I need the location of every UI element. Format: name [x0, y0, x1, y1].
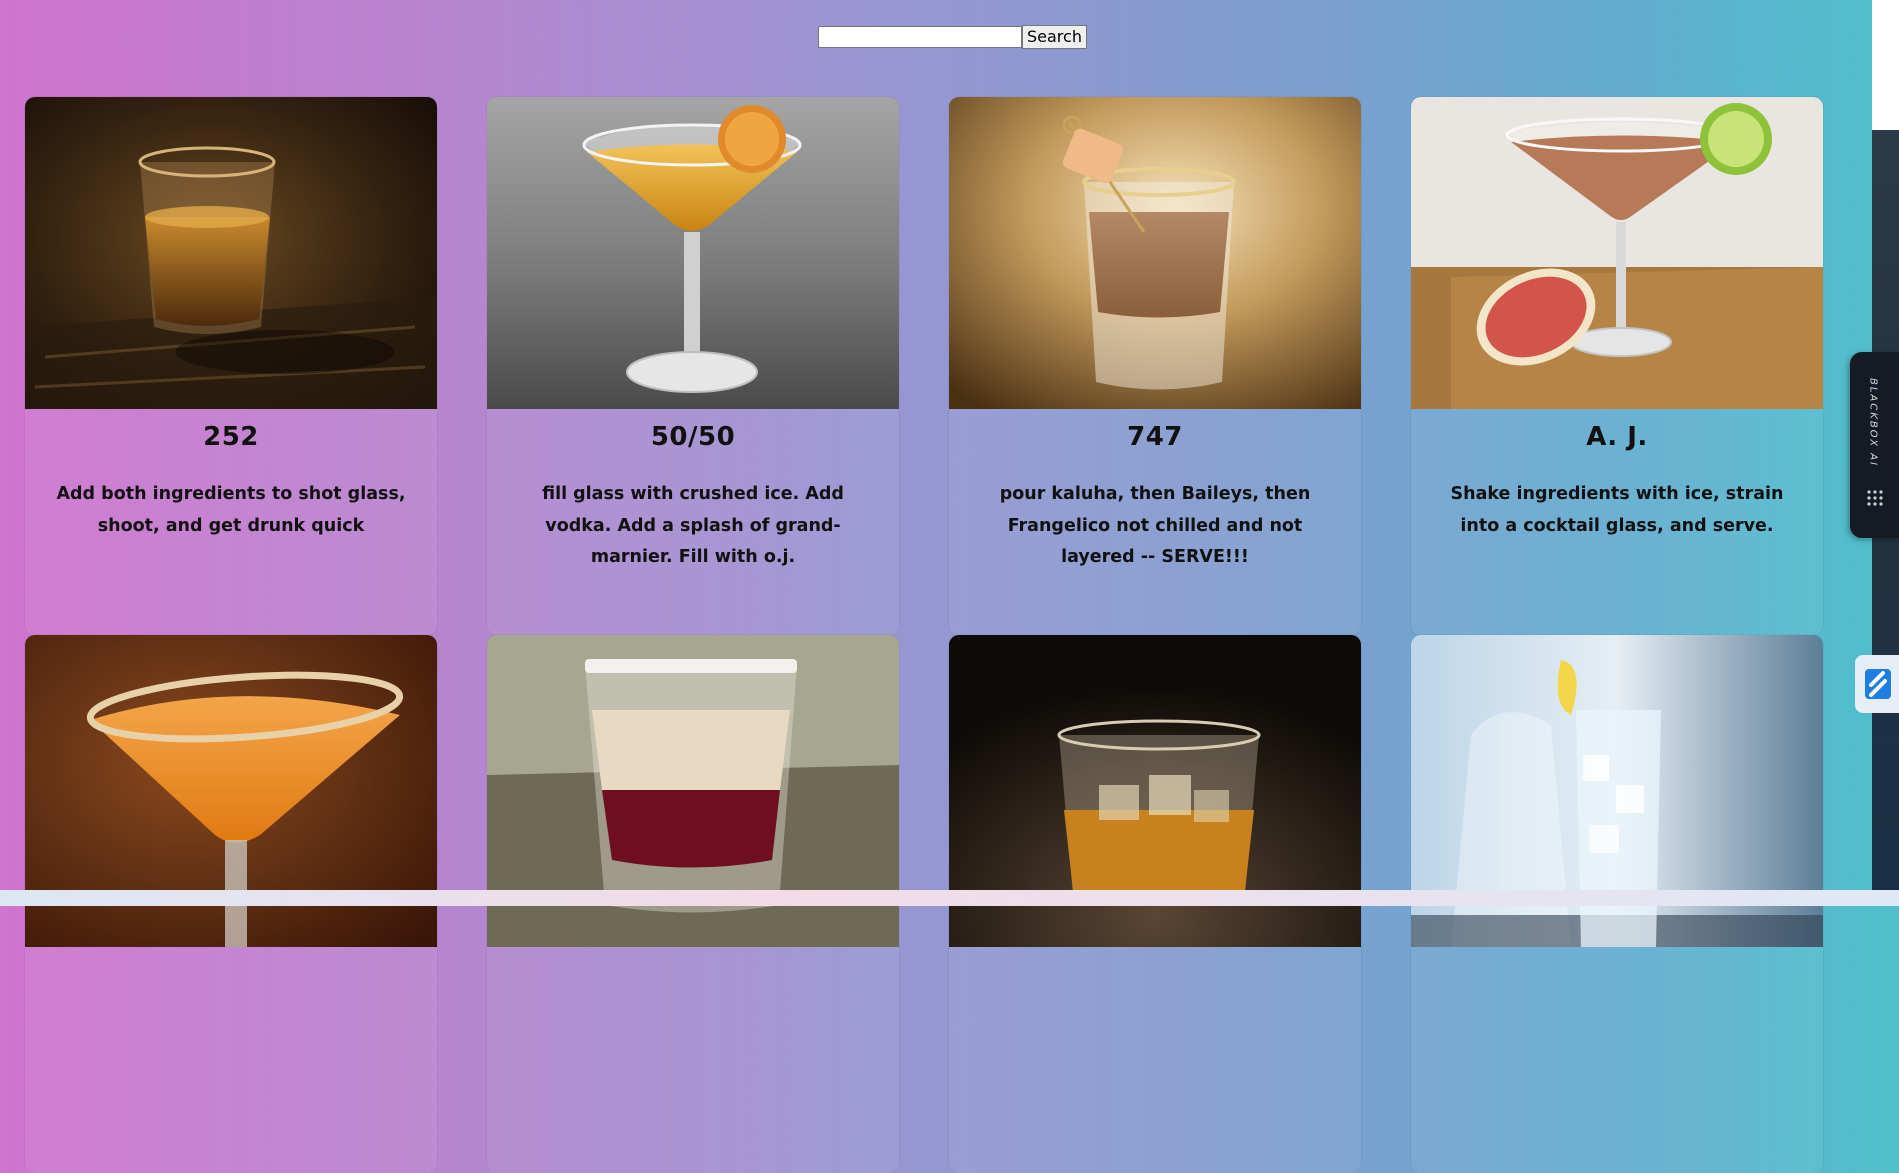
taskbar-edge [0, 890, 1899, 906]
cocktail-name: 252 [203, 422, 259, 452]
blackbox-logo-icon [1867, 490, 1883, 506]
cocktail-card[interactable]: 252 Add both ingredients to shot glass, … [25, 97, 437, 635]
search-button[interactable]: Search [1022, 25, 1087, 49]
search-bar: Search [818, 25, 1087, 49]
cocktail-image [949, 97, 1361, 409]
cocktail-image [25, 97, 437, 409]
cocktail-image [1411, 97, 1823, 409]
cocktail-name: 50/50 [650, 422, 736, 452]
cocktail-card[interactable]: A. J. Shake ingredients with ice, strain… [1411, 97, 1823, 635]
side-widget-button[interactable] [1855, 655, 1899, 713]
lightning-icon [1865, 669, 1891, 699]
blackbox-extension-label: BLACKBOX AI [1867, 378, 1879, 468]
cocktail-description: pour kaluha, then Baileys, then Frangeli… [999, 484, 1311, 567]
cocktail-card[interactable]: 747 pour kaluha, then Baileys, then Fran… [949, 97, 1361, 635]
cocktail-name: A. J. [1586, 422, 1648, 452]
cocktail-description: Add both ingredients to shot glass, shoo… [56, 484, 406, 536]
cocktail-description: fill glass with crushed ice. Add vodka. … [542, 484, 844, 567]
cocktail-name: 747 [1127, 422, 1183, 452]
cocktail-description: Shake ingredients with ice, strain into … [1450, 484, 1784, 536]
search-input[interactable] [818, 26, 1022, 48]
cocktail-card[interactable]: 50/50 fill glass with crushed ice. Add v… [487, 97, 899, 635]
cocktail-image [487, 97, 899, 409]
